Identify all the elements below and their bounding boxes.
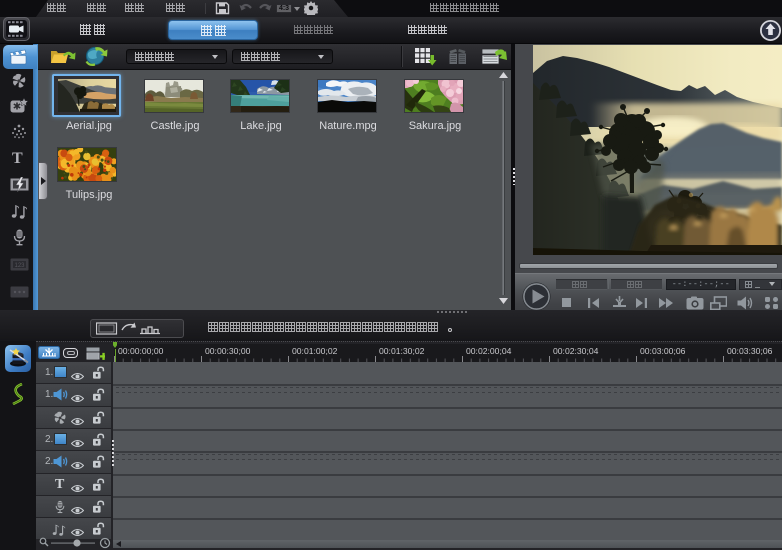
svg-text:00:01:30;02: 00:01:30;02 — [379, 346, 425, 356]
svg-text:00:01:00;02: 00:01:00;02 — [292, 346, 338, 356]
svg-text:00:03:30;06: 00:03:30;06 — [727, 346, 773, 356]
svg-text:123: 123 — [14, 263, 25, 269]
svg-text:00:02:00;04: 00:02:00;04 — [466, 346, 512, 356]
svg-text:00:00:00;00: 00:00:00;00 — [118, 346, 164, 356]
svg-text:00:00:30;00: 00:00:30;00 — [205, 346, 251, 356]
svg-text:00:02:30;04: 00:02:30;04 — [553, 346, 599, 356]
svg-text:00:03:00;06: 00:03:00;06 — [640, 346, 686, 356]
